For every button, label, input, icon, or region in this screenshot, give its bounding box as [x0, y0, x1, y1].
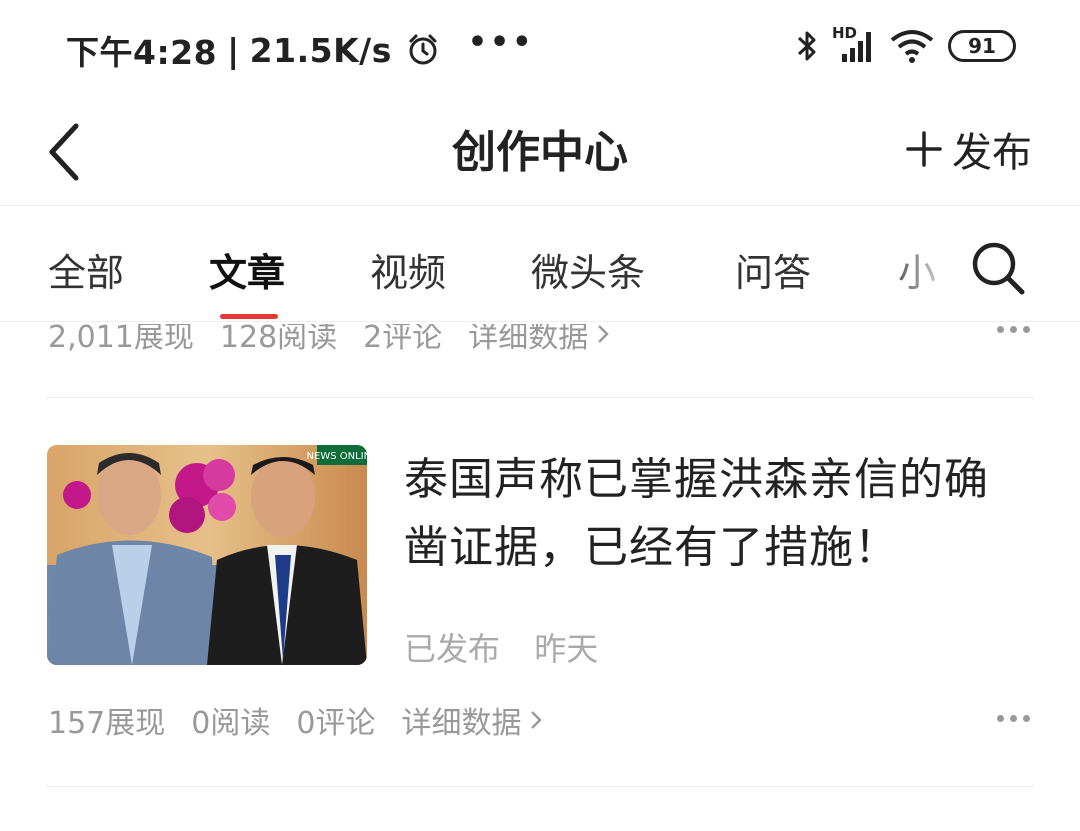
comments-count: 0评论	[296, 706, 376, 741]
wifi-icon	[890, 30, 934, 63]
status-right: HD 91	[796, 24, 1016, 64]
publish-button[interactable]: 发布	[906, 120, 1032, 178]
detail-data-label: 详细数据	[401, 706, 522, 741]
publish-status: 已发布	[404, 630, 501, 668]
status-speed: 21.5K/s	[249, 30, 392, 70]
tab-qa[interactable]: 问答	[735, 242, 811, 297]
tab-all[interactable]: 全部	[48, 242, 124, 297]
divider	[46, 397, 1034, 398]
chevron-right-icon	[598, 325, 610, 343]
impressions-count: 157展现	[48, 706, 166, 741]
status-separator: |	[227, 30, 240, 70]
header-bar: 创作中心 发布	[0, 96, 1080, 206]
search-icon[interactable]	[968, 238, 1028, 298]
publish-label: 发布	[952, 130, 1032, 176]
tab-videos[interactable]: 视频	[370, 242, 446, 297]
more-options-icon[interactable]	[997, 715, 1030, 722]
plus-icon	[906, 131, 942, 167]
chevron-right-icon	[531, 711, 543, 729]
detail-data-link[interactable]: 详细数据	[401, 698, 543, 742]
article-stats: 157展现 0阅读 0评论 详细数据	[48, 698, 569, 742]
divider	[46, 786, 1034, 787]
article-meta: 已发布 昨天	[404, 624, 622, 670]
tab-articles[interactable]: 文章	[209, 242, 285, 297]
bluetooth-icon	[797, 31, 816, 61]
tab-fade-overlay	[890, 206, 970, 321]
status-bar: 下午4:28 | 21.5K/s ••• HD 91	[0, 0, 1080, 100]
active-tab-indicator	[220, 314, 278, 319]
more-options-icon[interactable]	[997, 326, 1030, 333]
thumbnail-badge: NEWS ONLINE	[307, 451, 367, 462]
more-notifications-icon: •••	[467, 24, 535, 60]
category-tabs: 全部 文章 视频 微头条 问答 小	[0, 206, 1080, 322]
alarm-icon	[409, 34, 437, 65]
reads-count: 0阅读	[191, 706, 271, 741]
thumbnail-image: NEWS ONLINE	[47, 445, 367, 665]
tab-micro-posts[interactable]: 微头条	[531, 242, 645, 297]
article-thumbnail[interactable]: NEWS ONLINE	[47, 445, 367, 665]
battery-indicator: 91	[948, 30, 1016, 62]
status-left: 下午4:28 | 21.5K/s •••	[66, 24, 535, 74]
publish-date: 昨天	[534, 630, 599, 668]
battery-level: 91	[968, 34, 996, 58]
article-title[interactable]: 泰国声称已掌握洪森亲信的确凿证据，已经有了措施！	[404, 446, 1024, 582]
status-time: 下午4:28	[66, 33, 218, 72]
signal-icon: HD	[832, 24, 876, 64]
